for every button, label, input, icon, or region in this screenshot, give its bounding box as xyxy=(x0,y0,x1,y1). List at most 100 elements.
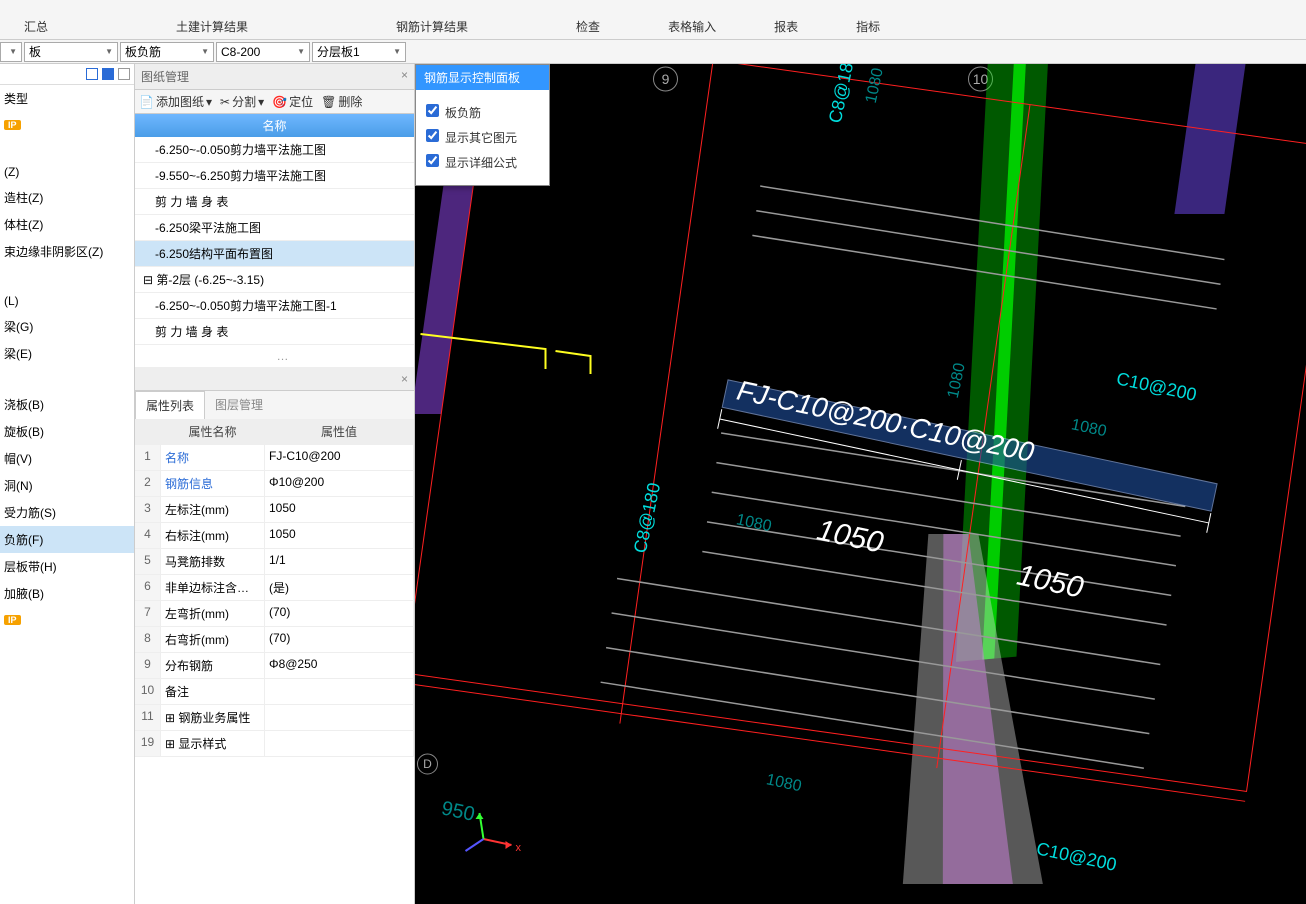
delete-button[interactable]: 🗑 删除 xyxy=(321,93,362,110)
svg-text:1080: 1080 xyxy=(945,361,969,399)
tree-row: … xyxy=(135,345,414,368)
ribbon-group-check[interactable]: 检查 xyxy=(552,18,624,39)
tree-row[interactable]: -6.250~-0.050剪力墙平法施工图-1 xyxy=(135,293,414,319)
left-item-z3[interactable]: 体柱(Z) xyxy=(0,211,134,238)
chevron-down-icon: ▼ xyxy=(9,47,17,56)
spec-text: C8@180 xyxy=(825,64,859,125)
left-sidebar: 类型 IP (Z) 造柱(Z) 体柱(Z) 束边缘非阴影区(Z) (L) 梁(G… xyxy=(0,64,135,904)
selector-4[interactable]: C8-200▼ xyxy=(216,42,310,62)
check-neg-rebar[interactable]: 板负筋 xyxy=(426,100,539,125)
left-item-z4[interactable]: 束边缘非阴影区(Z) xyxy=(0,238,134,265)
left-item-z1[interactable]: (Z) xyxy=(0,160,134,184)
svg-text:1080: 1080 xyxy=(765,771,803,795)
add-drawing-button[interactable]: 📄 添加图纸 ▾ xyxy=(139,93,212,110)
axis-label-9: 9 xyxy=(662,71,670,87)
prop-row[interactable]: 9分布钢筋Φ8@250 xyxy=(135,653,414,679)
left-item-h[interactable]: 层板带(H) xyxy=(0,553,134,580)
left-item xyxy=(0,265,134,289)
left-item-z2[interactable]: 造柱(Z) xyxy=(0,184,134,211)
locate-button[interactable]: 🎯 定位 xyxy=(272,93,313,110)
svg-text:x: x xyxy=(516,842,522,854)
chevron-down-icon: ▼ xyxy=(201,47,209,56)
close-icon[interactable]: × xyxy=(401,68,408,85)
vip-badge: IP xyxy=(4,615,21,625)
rebar-display-panel[interactable]: 钢筋显示控制面板 板负筋 显示其它图元 显示详细公式 xyxy=(415,64,550,186)
prop-tabs: 属性列表 图层管理 xyxy=(135,391,414,419)
prop-row[interactable]: 1名称FJ-C10@200 xyxy=(135,445,414,471)
selector-5[interactable]: 分层板1▼ xyxy=(312,42,406,62)
dim-left: 1050 xyxy=(814,514,886,560)
left-item xyxy=(0,136,134,160)
prop-row[interactable]: 8右弯折(mm)(70) xyxy=(135,627,414,653)
left-item-s[interactable]: 受力筋(S) xyxy=(0,499,134,526)
spec-text: C8@180 xyxy=(630,481,664,555)
tab-properties[interactable]: 属性列表 xyxy=(135,391,205,419)
ribbon-group-rebar[interactable]: 钢筋计算结果 xyxy=(372,18,492,39)
prop-row[interactable]: 10备注 xyxy=(135,679,414,705)
prop-row[interactable]: 2钢筋信息Φ10@200 xyxy=(135,471,414,497)
close-icon[interactable]: × xyxy=(401,372,408,386)
left-item-b3[interactable]: 加腋(B) xyxy=(0,580,134,607)
prop-row[interactable]: 4右标注(mm)1050 xyxy=(135,523,414,549)
selector-row: ▼ 板▼ 板负筋▼ C8-200▼ 分层板1▼ xyxy=(0,40,1306,64)
axis-label-d: D xyxy=(423,757,432,771)
selector-1[interactable]: ▼ xyxy=(0,42,22,62)
spec-text: C10@200 xyxy=(1115,368,1199,404)
center-panels: 图纸管理 × 📄 添加图纸 ▾ ✂ 分割 ▾ 🎯 定位 🗑 删除 名称 -6.2… xyxy=(135,64,415,904)
tab-layers[interactable]: 图层管理 xyxy=(205,391,273,419)
prop-row[interactable]: 6非单边标注含…(是) xyxy=(135,575,414,601)
tree-row[interactable]: -6.250梁平法施工图 xyxy=(135,215,414,241)
left-item-l[interactable]: (L) xyxy=(0,289,134,313)
checkbox[interactable] xyxy=(426,154,439,167)
check-detail-formula[interactable]: 显示详细公式 xyxy=(426,150,539,175)
rebar-panel-title: 钢筋显示控制面板 xyxy=(416,65,549,90)
selector-3[interactable]: 板负筋▼ xyxy=(120,42,214,62)
tree-row[interactable]: -6.250结构平面布置图 xyxy=(135,241,414,267)
svg-text:950: 950 xyxy=(439,797,476,825)
selector-2[interactable]: 板▼ xyxy=(24,42,118,62)
tree-group[interactable]: ⊟ 第-2层 (-6.25~-3.15) xyxy=(135,267,414,293)
left-item-type[interactable]: 类型 xyxy=(0,85,134,112)
svg-text:1080: 1080 xyxy=(863,66,887,104)
ribbon-group-report[interactable]: 报表 xyxy=(750,18,822,39)
svg-text:1080: 1080 xyxy=(1070,416,1108,440)
prop-row[interactable]: 11⊞ 钢筋业务属性 xyxy=(135,705,414,731)
prop-row[interactable]: 3左标注(mm)1050 xyxy=(135,497,414,523)
ribbon-group-summary[interactable]: 汇总 xyxy=(0,18,72,39)
left-item-g[interactable]: 梁(G) xyxy=(0,313,134,340)
prop-row[interactable]: 19⊞ 显示样式 xyxy=(135,731,414,757)
tree-row[interactable]: -9.550~-6.250剪力墙平法施工图 xyxy=(135,163,414,189)
left-item-v[interactable]: 帽(V) xyxy=(0,445,134,472)
tree-row[interactable]: 剪 力 墙 身 表 xyxy=(135,189,414,215)
left-item-b2[interactable]: 旋板(B) xyxy=(0,418,134,445)
left-item-f[interactable]: 负筋(F) xyxy=(0,526,134,553)
prop-row[interactable]: 7左弯折(mm)(70) xyxy=(135,601,414,627)
tree-row[interactable]: 剪 力 墙 身 表 xyxy=(135,319,414,345)
prop-head-name: 属性名称 xyxy=(161,419,265,444)
checkbox[interactable] xyxy=(426,104,439,117)
ribbon-group-civil[interactable]: 土建计算结果 xyxy=(152,18,272,39)
grid-icon[interactable] xyxy=(102,68,114,80)
svg-text:1080: 1080 xyxy=(735,511,773,535)
prop-panel-header: × xyxy=(135,368,414,391)
chevron-down-icon: ▼ xyxy=(393,47,401,56)
property-table: 属性名称属性值 1名称FJ-C10@200 2钢筋信息Φ10@200 3左标注(… xyxy=(135,419,414,904)
drawing-toolbar: 📄 添加图纸 ▾ ✂ 分割 ▾ 🎯 定位 🗑 删除 xyxy=(135,90,414,114)
drawing-column-header: 名称 xyxy=(135,114,414,137)
drawing-panel-title: 图纸管理 × xyxy=(135,64,414,90)
checkbox[interactable] xyxy=(426,129,439,142)
left-item xyxy=(0,367,134,391)
list-icon[interactable] xyxy=(86,68,98,80)
left-item-b1[interactable]: 浇板(B) xyxy=(0,391,134,418)
left-item-e[interactable]: 梁(E) xyxy=(0,340,134,367)
tree-row[interactable]: -6.250~-0.050剪力墙平法施工图 xyxy=(135,137,414,163)
model-viewport[interactable]: 9 10 D xyxy=(415,64,1306,904)
more-icon[interactable] xyxy=(118,68,130,80)
left-item-n[interactable]: 洞(N) xyxy=(0,472,134,499)
drawing-panel-label: 图纸管理 xyxy=(141,68,189,85)
ribbon-group-table[interactable]: 表格输入 xyxy=(644,18,740,39)
check-other-elem[interactable]: 显示其它图元 xyxy=(426,125,539,150)
ribbon-group-index[interactable]: 指标 xyxy=(832,18,904,39)
prop-row[interactable]: 5马凳筋排数1/1 xyxy=(135,549,414,575)
split-button[interactable]: ✂ 分割 ▾ xyxy=(220,93,264,110)
